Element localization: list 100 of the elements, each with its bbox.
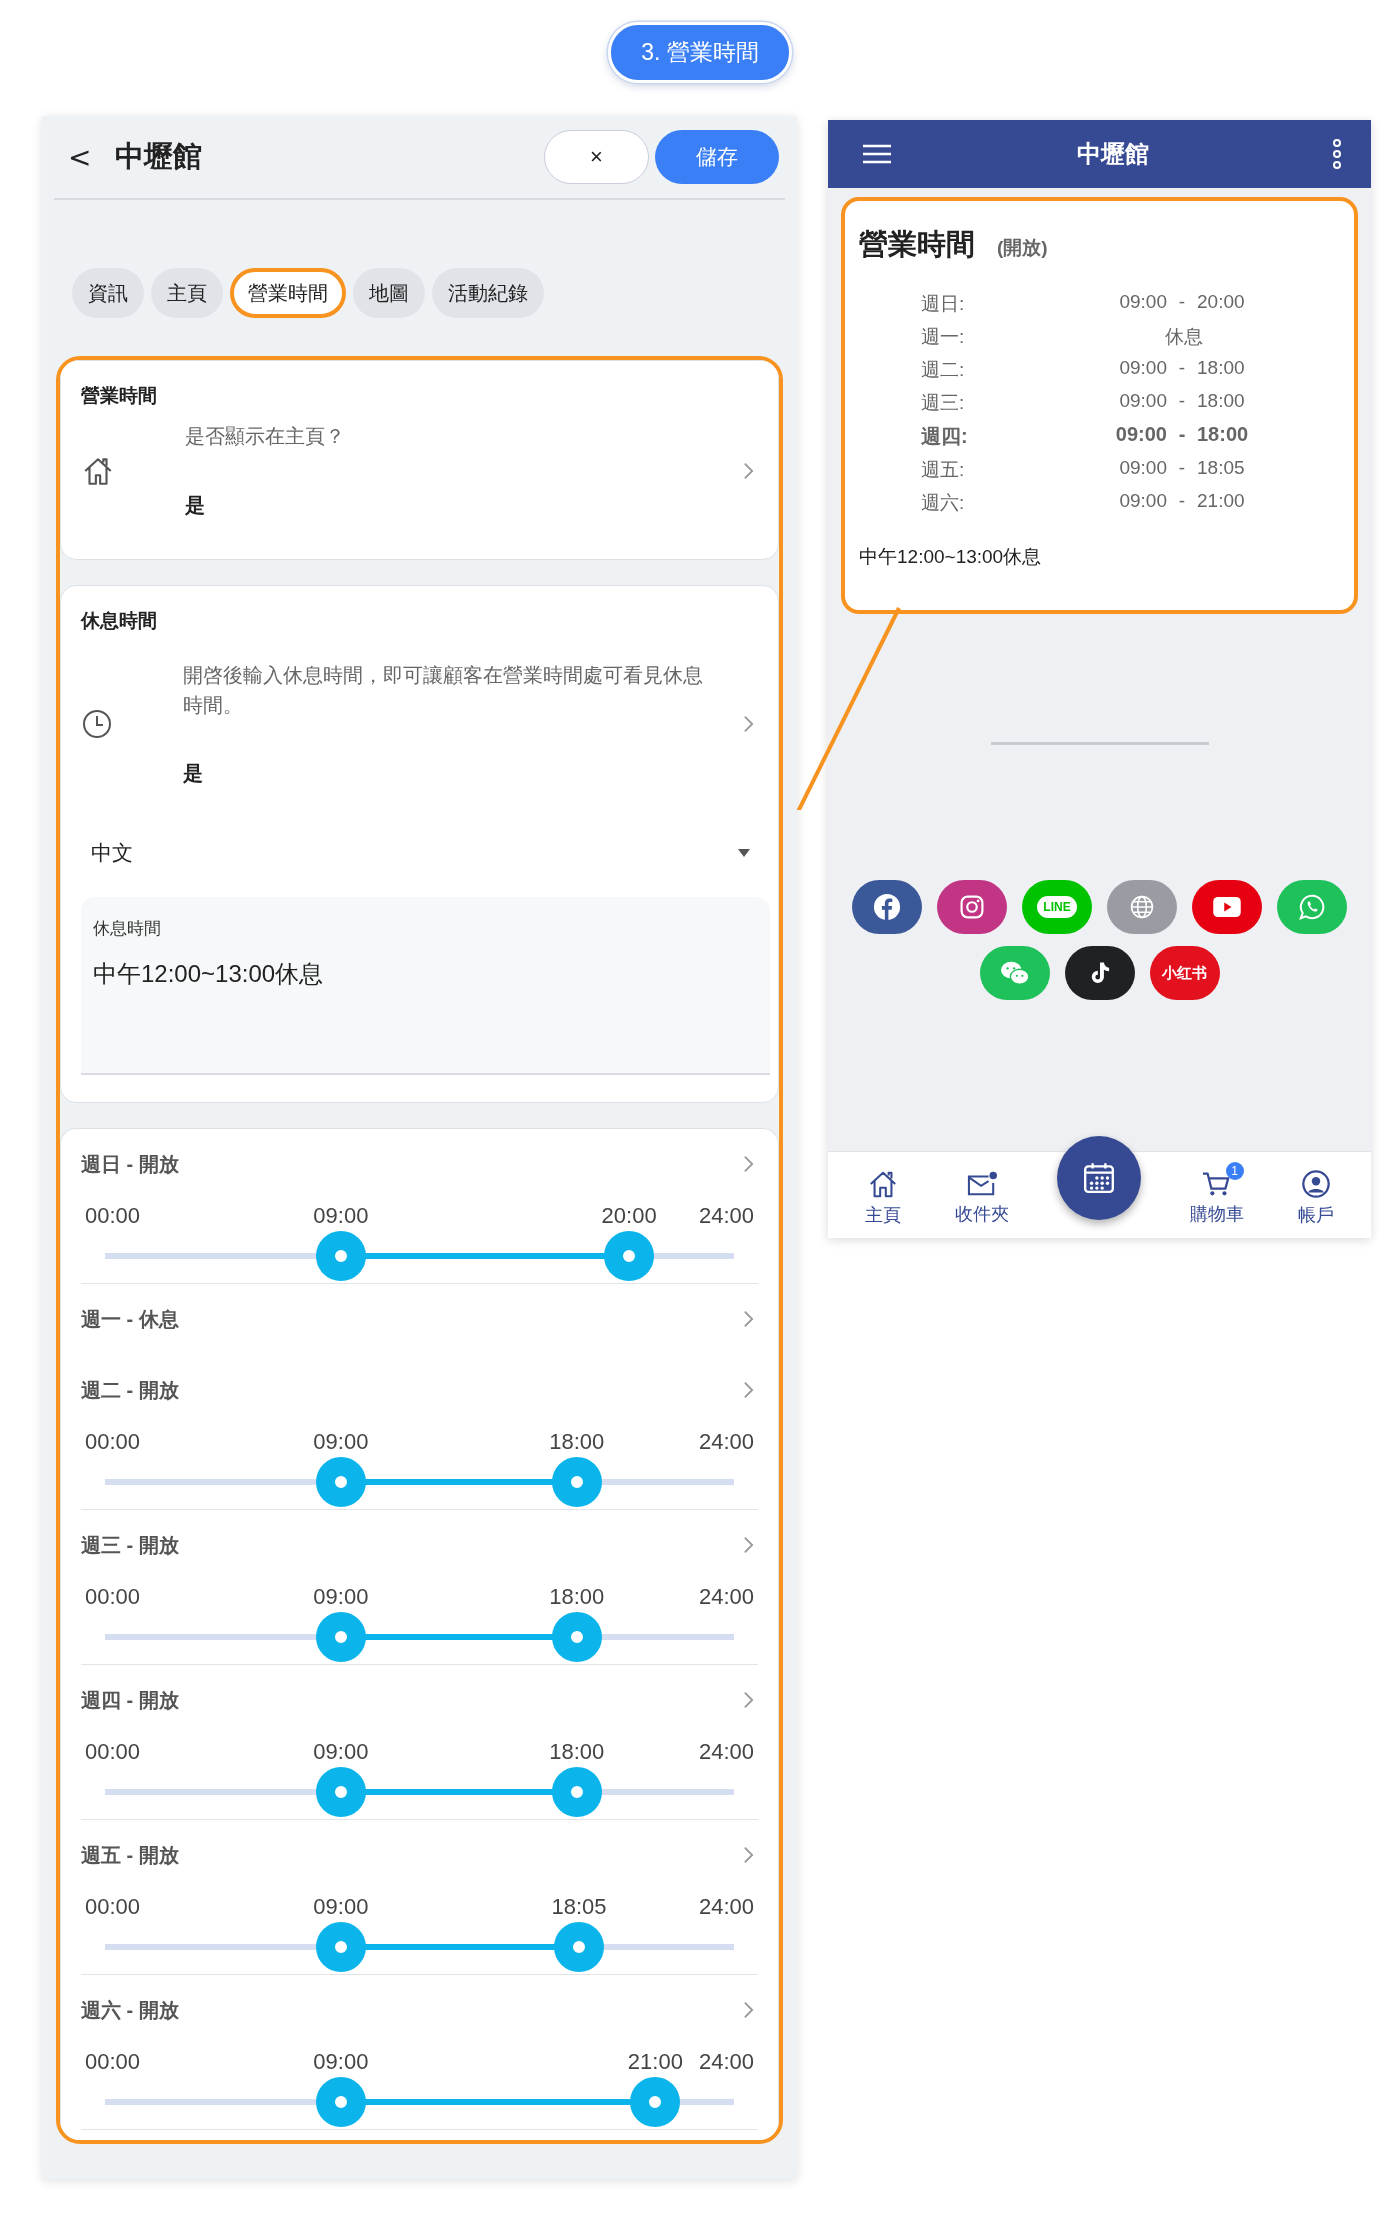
nav-item[interactable]: 1 購物車: [1183, 1160, 1250, 1230]
chevron-right-icon[interactable]: [743, 2000, 754, 2020]
globe-icon: [1129, 894, 1155, 920]
chevron-right-icon[interactable]: [743, 1845, 754, 1865]
time-label: 24:00: [698, 2049, 754, 2075]
social-button[interactable]: [1064, 946, 1135, 1000]
time-label: 00:00: [85, 1584, 141, 1610]
closing-time: 18:05: [1197, 457, 1246, 480]
tab[interactable]: 營業時間: [230, 268, 346, 318]
clock-icon: [81, 707, 113, 740]
time-separator: -: [1177, 457, 1187, 480]
phone-bubble-icon: [1298, 893, 1326, 921]
day-name: 週一:: [921, 325, 966, 349]
closed-text: 休息: [1164, 325, 1204, 349]
day-label: 週二 - 開放: [81, 1377, 179, 1403]
nav-item[interactable]: 主頁: [859, 1159, 908, 1231]
time-label: 00:00: [85, 1429, 141, 1455]
setting-description: 開啓後輸入休息時間，即可讓顧客在營業時間處可看見休息時間。: [183, 663, 704, 718]
hours-title: 營業時間: [859, 227, 975, 262]
slider-thumb[interactable]: [551, 1767, 602, 1817]
play-icon: [1212, 896, 1242, 918]
menu-icon[interactable]: [862, 144, 892, 164]
tab[interactable]: 活動紀錄: [432, 268, 544, 318]
cart-icon: [1201, 1170, 1232, 1198]
back-button[interactable]: <: [54, 140, 106, 174]
slider-thumb[interactable]: [553, 1922, 604, 1972]
nav-item[interactable]: 收件夾: [949, 1160, 1016, 1230]
time-label: 24:00: [698, 1203, 754, 1229]
f-logo-icon: [873, 893, 901, 921]
time-label: 24:00: [698, 1584, 754, 1610]
tab[interactable]: 資訊: [72, 268, 144, 318]
opening-time: 09:00: [1118, 490, 1167, 513]
day-name: 週日:: [921, 292, 966, 316]
day-name: 週三:: [921, 391, 966, 415]
day-label: 週六 - 開放: [81, 1997, 179, 2023]
calendar-button[interactable]: [1057, 1136, 1142, 1220]
day-name: 週二:: [921, 358, 966, 382]
chevron-right-icon[interactable]: [743, 461, 754, 481]
user-icon: [1300, 1169, 1331, 1199]
chevron-right-icon[interactable]: [743, 1380, 754, 1400]
chevron-right-icon[interactable]: [743, 713, 754, 734]
day-label: 週日 - 開放: [81, 1151, 179, 1177]
save-button[interactable]: 儲存: [655, 130, 779, 184]
setting-value: 是: [183, 761, 204, 786]
time-label: 00:00: [85, 2049, 141, 2075]
day-label: 週一 - 休息: [81, 1306, 179, 1332]
camera-icon: [959, 894, 985, 920]
opening-time: 09:00: [1118, 357, 1167, 380]
slider-thumb[interactable]: [551, 1457, 602, 1507]
dropdown-caret-icon: [738, 849, 750, 857]
chat-bubble-logo: LINE: [1037, 896, 1077, 918]
time-label: 00:00: [85, 1739, 141, 1765]
social-button[interactable]: [852, 880, 922, 934]
chevron-right-icon[interactable]: [743, 1309, 754, 1329]
closing-time: 21:00: [1197, 490, 1246, 513]
section-title: 營業時間: [81, 384, 158, 408]
time-label: 24:00: [698, 1739, 754, 1765]
day-label: 週五 - 開放: [81, 1842, 179, 1868]
opening-time: 09:00: [1118, 457, 1167, 480]
break-time-field[interactable]: 休息時間 中午12:00~13:00休息: [81, 897, 770, 1075]
opening-time: 09:00: [1114, 423, 1167, 447]
closing-time: 18:00: [1197, 423, 1250, 447]
opening-time: 09:00: [1118, 390, 1167, 413]
slider-thumb[interactable]: [551, 1612, 602, 1662]
tab[interactable]: 地圖: [353, 268, 425, 318]
day-name: 週五:: [921, 458, 966, 482]
opening-time: 09:00: [1118, 291, 1167, 314]
social-button[interactable]: 小红书: [1149, 946, 1220, 1000]
setting-value: 是: [185, 493, 206, 518]
close-button[interactable]: ×: [544, 130, 649, 184]
day-label: 週三 - 開放: [81, 1532, 179, 1558]
cart-count-badge: 1: [1225, 1162, 1244, 1180]
closing-time: 18:00: [1197, 390, 1246, 413]
closing-time: 20:00: [1197, 291, 1246, 314]
chevron-right-icon[interactable]: [743, 1690, 754, 1710]
home-icon: [868, 1169, 899, 1199]
app-title: 中壢館: [1076, 139, 1149, 169]
time-separator: -: [1177, 291, 1187, 314]
setting-question: 是否顯示在主頁？: [185, 424, 346, 449]
time-separator: -: [1177, 357, 1187, 380]
time-separator: -: [1177, 390, 1187, 413]
nav-item[interactable]: 帳戶: [1291, 1159, 1340, 1231]
day-name: 週四:: [921, 424, 969, 449]
time-separator: -: [1177, 423, 1187, 447]
closing-time: 18:00: [1197, 357, 1246, 380]
logo-text: 小红书: [1162, 963, 1207, 983]
page-title: 中壢館: [115, 139, 203, 174]
tab[interactable]: 主頁: [151, 268, 223, 318]
break-note: 中午12:00~13:00休息: [859, 545, 1043, 569]
envelope-icon: [966, 1170, 999, 1198]
open-status: (開放): [997, 236, 1048, 260]
time-label: 24:00: [698, 1894, 754, 1920]
language-dropdown[interactable]: 中文: [91, 839, 750, 867]
chevron-right-icon[interactable]: [743, 1154, 754, 1174]
day-label: 週四 - 開放: [81, 1687, 179, 1713]
more-options-icon[interactable]: [1333, 139, 1341, 169]
chat-bubbles-icon: [998, 960, 1031, 986]
time-label: 00:00: [85, 1203, 141, 1229]
calendar-icon: [1082, 1161, 1117, 1195]
chevron-right-icon[interactable]: [743, 1535, 754, 1555]
